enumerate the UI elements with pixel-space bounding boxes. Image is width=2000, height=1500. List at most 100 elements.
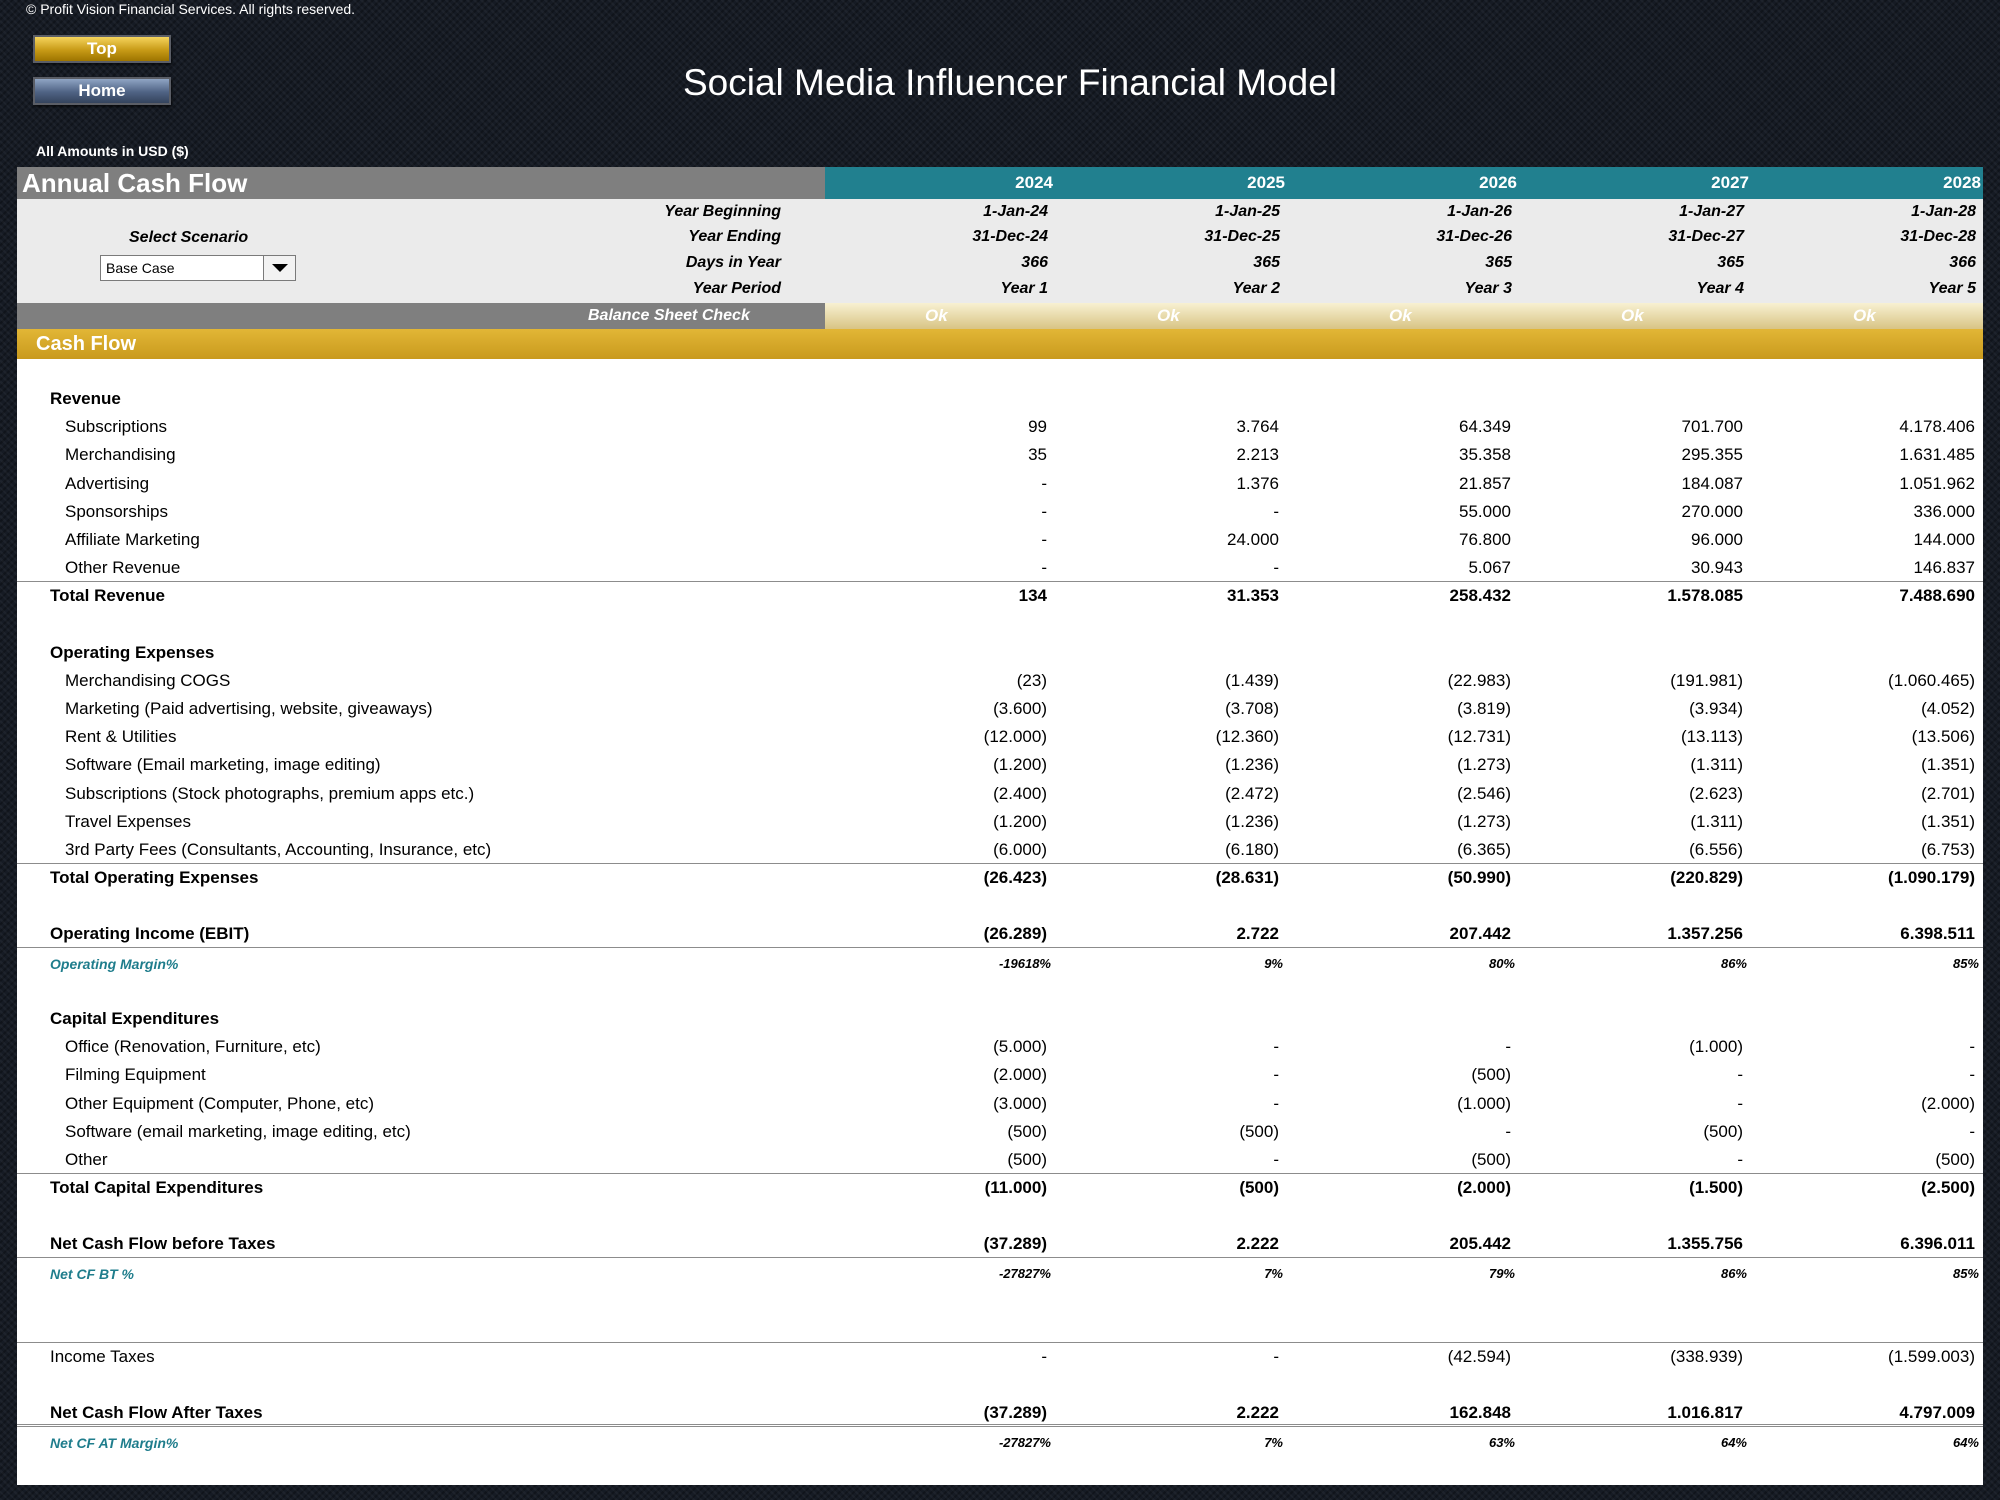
row-value: - [1505,1122,1511,1141]
row-label-affiliate-marketing: Affiliate Marketing [65,530,200,549]
row-value: 207.442 [1449,924,1511,943]
row-value: 85% [1952,956,1979,971]
meta-label: Year Ending [688,228,781,245]
row-value: 1.355.756 [1667,1234,1743,1253]
row-value: - [1273,558,1279,577]
year-header: 2024 [1015,173,1053,192]
row-value: (13.506) [1911,727,1975,746]
row-divider [17,947,1983,948]
balance-check-status: Ok [1389,306,1412,325]
meta-value: 31-Dec-26 [1436,228,1512,245]
row-value: 1.016.817 [1667,1403,1743,1422]
year-header: 2025 [1247,173,1285,192]
row-value: (500) [1007,1150,1047,1169]
row-value: 7% [1264,1266,1283,1281]
row-value: - [1041,530,1047,549]
row-label-rent-utilities: Rent & Utilities [65,727,177,746]
row-label-office-renovation-furniture-etc: Office (Renovation, Furniture, etc) [65,1037,321,1056]
page-title: Social Media Influencer Financial Model [682,62,1337,103]
row-label-net-cf-at-margin: Net CF AT Margin% [50,1435,179,1451]
row-value: (1.236) [1225,812,1279,831]
row-label-net-cash-flow-after-taxes: Net Cash Flow After Taxes [50,1403,263,1422]
row-value: 30.943 [1691,558,1743,577]
top-button[interactable]: Top [33,35,171,63]
row-value: (1.599.003) [1888,1347,1975,1366]
row-value: (2.000) [1457,1178,1511,1197]
row-value: (500) [1935,1150,1975,1169]
row-value: 2.213 [1236,445,1279,464]
row-value: (12.360) [1215,727,1279,746]
meta-value: Year 5 [1928,280,1976,297]
row-label-revenue: Revenue [50,389,121,408]
year-header: 2027 [1711,173,1749,192]
row-value: (6.000) [993,840,1047,859]
row-value: (191.981) [1670,671,1743,690]
row-divider [17,863,1983,864]
row-label-sponsorships: Sponsorships [65,502,169,521]
row-value: - [1505,1037,1511,1056]
row-label-3rd-party-fees-consultants-accounting-insurance-etc: 3rd Party Fees (Consultants, Accounting,… [65,840,492,859]
row-value: (6.556) [1689,840,1743,859]
section-title-cash-flow: Cash Flow [17,329,1983,359]
row-value: (37.289) [983,1234,1047,1253]
row-value: (28.631) [1215,868,1279,887]
row-value: 64% [1952,1435,1979,1450]
row-value: 35.358 [1459,445,1511,464]
row-value: (1.351) [1921,755,1975,774]
balance-check-status: Ok [1621,306,1644,325]
row-value: 21.857 [1459,474,1511,493]
year-header: 2026 [1479,173,1517,192]
row-label-net-cf-bt: Net CF BT % [50,1266,134,1282]
meta-value: 365 [1485,254,1512,271]
row-divider [17,1257,1983,1258]
row-label-total-revenue: Total Revenue [50,586,165,605]
row-label-operating-income-ebit: Operating Income (EBIT) [50,924,250,943]
row-value: (1.351) [1921,812,1975,831]
row-value: - [1041,474,1047,493]
row-value: (1.236) [1225,755,1279,774]
row-value: (1.311) [1690,812,1743,831]
row-value: (2.546) [1457,784,1511,803]
meta-value: Year 1 [1000,280,1048,297]
row-label-operating-margin: Operating Margin% [50,956,179,972]
row-value: 1.631.485 [1899,445,1975,464]
row-value: (6.365) [1457,840,1511,859]
row-value: (3.600) [993,699,1047,718]
row-value: 1.051.962 [1899,474,1975,493]
meta-value: 1-Jan-26 [1447,203,1512,220]
row-value: 5.067 [1468,558,1511,577]
row-value: 80% [1488,956,1515,971]
row-value: (1.000) [1457,1094,1511,1113]
row-label-total-operating-expenses: Total Operating Expenses [50,868,259,887]
row-value: (1.200) [993,812,1047,831]
row-value: 3.764 [1236,417,1279,436]
row-value: (4.052) [1921,699,1975,718]
sheet-heading: Annual Cash Flow [17,167,825,199]
row-value: - [1737,1094,1743,1113]
chevron-down-icon[interactable] [263,256,295,280]
row-value: - [1273,1037,1279,1056]
row-value: 4.178.406 [1899,417,1975,436]
row-value: 336.000 [1913,502,1975,521]
row-value: 24.000 [1227,530,1279,549]
row-value: (12.731) [1447,727,1511,746]
scenario-select[interactable]: Base Case [100,255,296,281]
row-value: (2.500) [1921,1178,1975,1197]
row-value: 2.722 [1236,924,1279,943]
row-value: (26.289) [983,924,1047,943]
row-value: 86% [1720,956,1747,971]
row-value: - [1041,558,1047,577]
row-value: (37.289) [983,1403,1047,1422]
row-value: (11.000) [984,1178,1047,1197]
meta-value: 365 [1253,254,1280,271]
meta-value: Year 4 [1696,280,1744,297]
row-value: 63% [1488,1435,1515,1450]
row-value: 1.357.256 [1667,924,1743,943]
row-value: (500) [1471,1065,1511,1084]
row-value: - [1273,1347,1279,1366]
row-label-subscriptions-stock-photographs-premium-apps-etc: Subscriptions (Stock photographs, premiu… [65,784,475,803]
row-value: 1.578.085 [1667,586,1743,605]
row-value: 96.000 [1691,530,1743,549]
row-value: (2.623) [1689,784,1743,803]
meta-value: Year 3 [1464,280,1512,297]
